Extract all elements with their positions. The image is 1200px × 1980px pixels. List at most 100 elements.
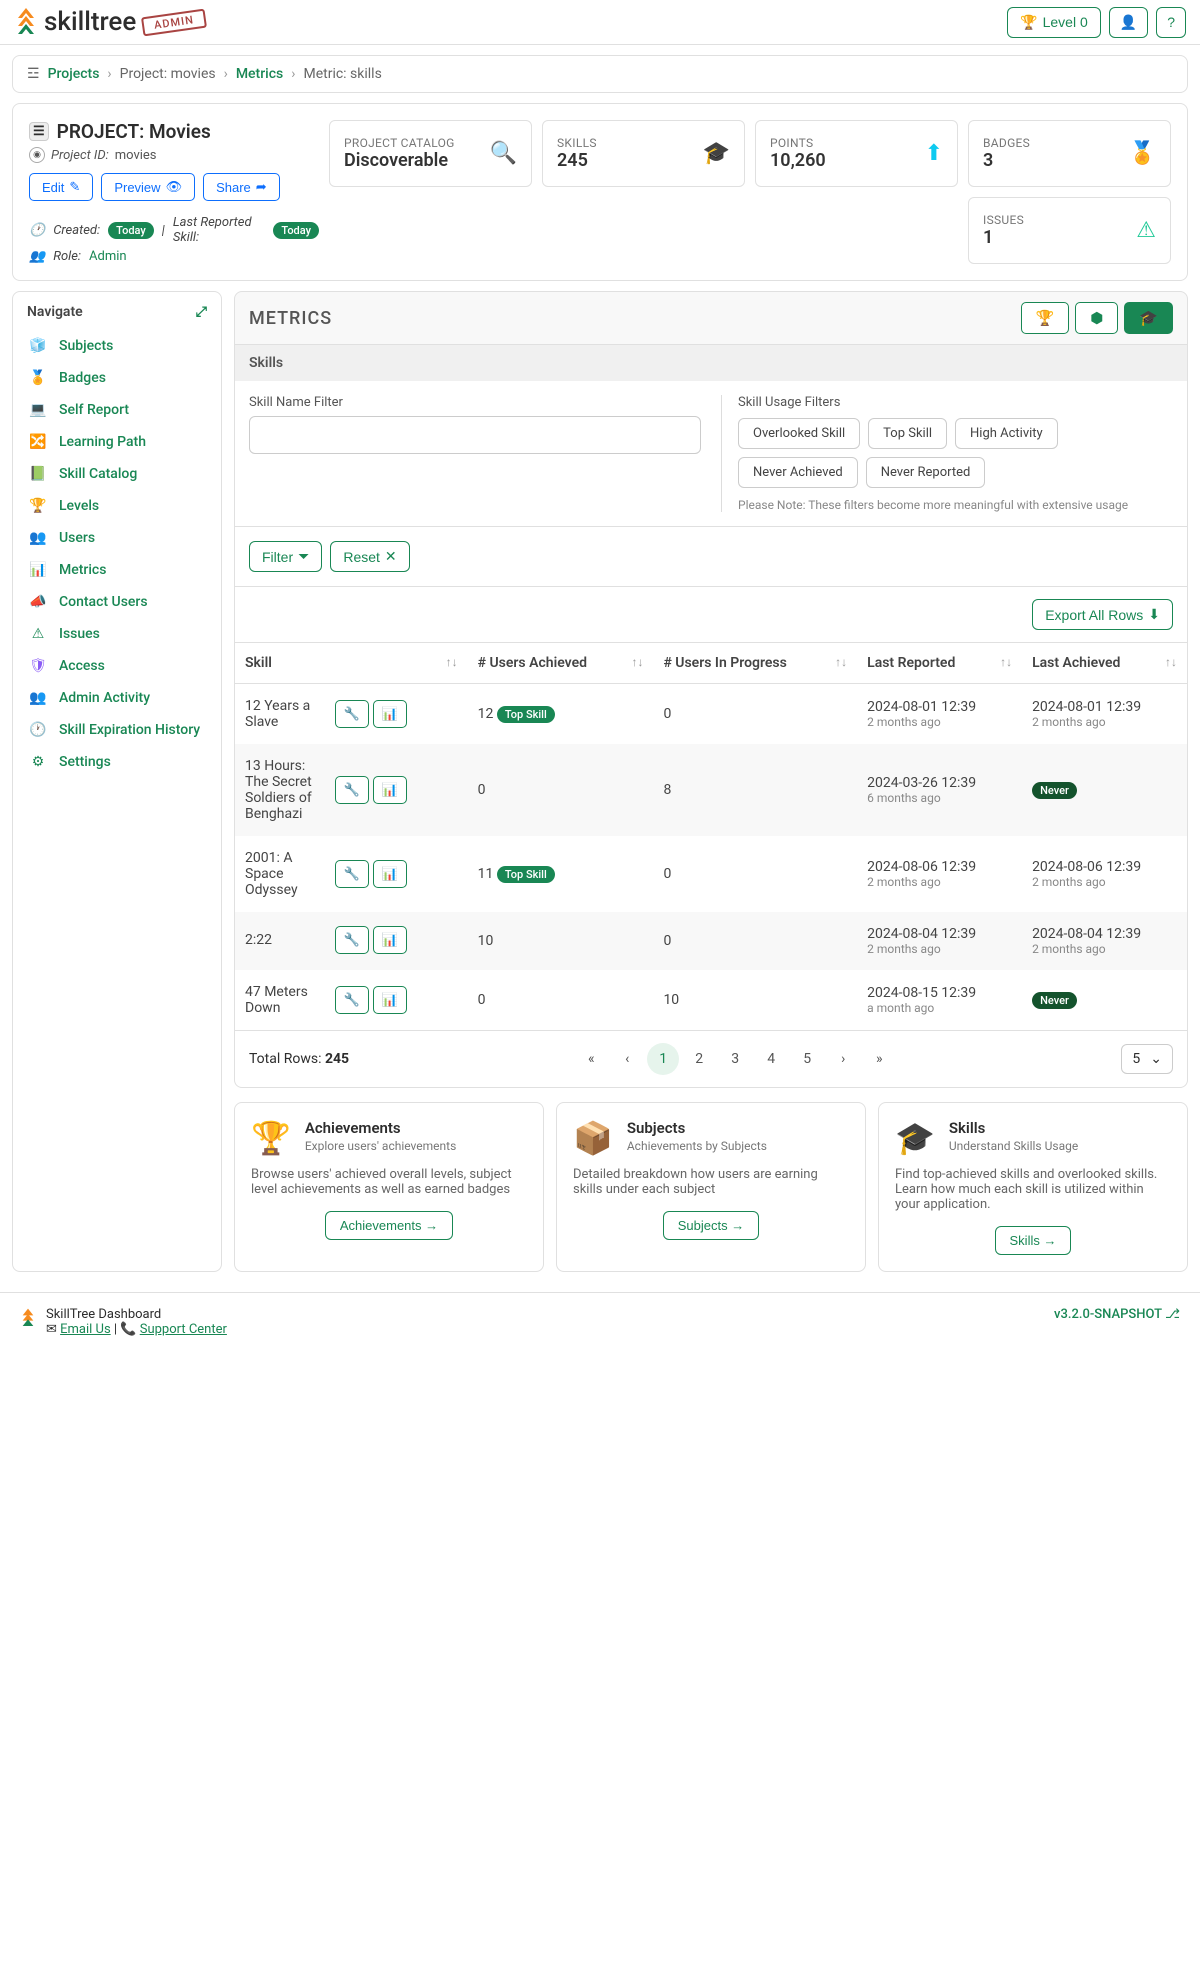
- card-subtitle: Explore users' achievements: [305, 1139, 456, 1153]
- sidebar-item-access[interactable]: 🛡 Access: [13, 650, 221, 682]
- last-reported: 2024-08-06 12:392 months ago: [857, 836, 1022, 912]
- card-body: Browse users' achieved overall levels, s…: [251, 1167, 527, 1197]
- sidebar-item-skill-catalog[interactable]: 📗Skill Catalog: [13, 458, 221, 490]
- sidebar-item-skill-expiration-history[interactable]: 🕐Skill Expiration History: [13, 714, 221, 746]
- sidebar-title: Navigate: [27, 304, 83, 320]
- sidebar-item-metrics[interactable]: 📊Metrics: [13, 554, 221, 586]
- nav-icon: 👥: [29, 530, 47, 546]
- stat-label: SKILLS: [557, 136, 597, 150]
- tab-skills[interactable]: 🎓: [1124, 302, 1173, 334]
- last-reported: 2024-03-26 12:396 months ago: [857, 744, 1022, 836]
- sidebar-item-issues[interactable]: ⚠Issues: [13, 618, 221, 650]
- nav-label: Levels: [59, 498, 99, 514]
- nav-icon: 🛡: [29, 658, 47, 674]
- filter-chip[interactable]: Never Reported: [866, 457, 986, 488]
- user-icon-button[interactable]: 👤: [1109, 7, 1148, 38]
- users-achieved: 12 Top Skill: [468, 684, 654, 745]
- page-next[interactable]: ›: [827, 1043, 859, 1075]
- breadcrumb-metrics[interactable]: Metrics: [236, 66, 283, 82]
- page-size-select[interactable]: 5⌄: [1121, 1044, 1173, 1074]
- col-last-achieved[interactable]: Last Achieved↑↓: [1022, 643, 1187, 684]
- info-card: 🎓SkillsUnderstand Skills UsageFind top-a…: [878, 1102, 1188, 1272]
- card-title: Skills: [949, 1119, 1078, 1137]
- card-body: Detailed breakdown how users are earning…: [573, 1167, 849, 1197]
- page-3[interactable]: 3: [719, 1043, 751, 1075]
- wrench-button[interactable]: 🔧: [335, 926, 369, 954]
- table-row: 13 Hours: The Secret Soldiers of Benghaz…: [235, 744, 1187, 836]
- users-achieved: 0: [468, 744, 654, 836]
- filter-button[interactable]: Filter ⏷: [249, 541, 322, 572]
- help-icon-button[interactable]: ?: [1156, 7, 1186, 38]
- level-button[interactable]: 🏆 Level 0: [1007, 7, 1101, 38]
- sidebar-item-settings[interactable]: ⚙Settings: [13, 746, 221, 778]
- col-achieved[interactable]: # Users Achieved↑↓: [468, 643, 654, 684]
- sidebar-item-learning-path[interactable]: 🔀Learning Path: [13, 426, 221, 458]
- chart-button[interactable]: 📊: [373, 986, 407, 1014]
- tab-achievements[interactable]: 🏆: [1021, 302, 1070, 334]
- created-badge: Today: [108, 222, 154, 239]
- nav-icon: 👥: [29, 690, 47, 706]
- preview-button[interactable]: Preview 👁: [101, 173, 195, 201]
- page-first[interactable]: «: [575, 1043, 607, 1075]
- logo-icon: [20, 1307, 36, 1329]
- tab-subjects[interactable]: ⬢: [1075, 302, 1118, 334]
- sidebar-item-subjects[interactable]: 🧊Subjects: [13, 330, 221, 362]
- support-link[interactable]: Support Center: [140, 1322, 227, 1337]
- filter-chip[interactable]: Never Achieved: [738, 457, 858, 488]
- share-button[interactable]: Share ➦: [203, 173, 280, 201]
- sidebar-item-levels[interactable]: 🏆Levels: [13, 490, 221, 522]
- section-title: Skills: [234, 345, 1188, 381]
- filter-chip[interactable]: High Activity: [955, 418, 1058, 449]
- page-1[interactable]: 1: [647, 1043, 679, 1075]
- chart-button[interactable]: 📊: [373, 776, 407, 804]
- nav-icon: ⚠: [29, 626, 47, 642]
- footer-title: SkillTree Dashboard: [46, 1307, 227, 1322]
- col-skill[interactable]: Skill↑↓: [235, 643, 468, 684]
- nav-label: Admin Activity: [59, 690, 150, 706]
- last-achieved: Never: [1022, 744, 1187, 836]
- created-label: Created:: [53, 223, 100, 238]
- skill-name-filter-input[interactable]: [249, 416, 701, 454]
- filter-chip[interactable]: Top Skill: [868, 418, 947, 449]
- wrench-button[interactable]: 🔧: [335, 986, 369, 1014]
- sidebar-item-contact-users[interactable]: 📣Contact Users: [13, 586, 221, 618]
- skill-name: 47 Meters Down: [245, 984, 325, 1016]
- reset-button[interactable]: Reset ✕: [330, 541, 409, 572]
- page-prev[interactable]: ‹: [611, 1043, 643, 1075]
- card-button[interactable]: Subjects →: [663, 1211, 759, 1240]
- page-5[interactable]: 5: [791, 1043, 823, 1075]
- nav-icon: 🧊: [29, 338, 47, 354]
- page-last[interactable]: »: [863, 1043, 895, 1075]
- page-2[interactable]: 2: [683, 1043, 715, 1075]
- card-button[interactable]: Achievements →: [325, 1211, 453, 1240]
- page-4[interactable]: 4: [755, 1043, 787, 1075]
- expand-icon[interactable]: ⤢: [196, 304, 207, 320]
- export-button[interactable]: Export All Rows ⬇: [1032, 599, 1173, 630]
- nav-icon: ⚙: [29, 754, 47, 770]
- card-button[interactable]: Skills →: [995, 1226, 1072, 1255]
- chart-button[interactable]: 📊: [373, 860, 407, 888]
- chart-button[interactable]: 📊: [373, 926, 407, 954]
- chart-button[interactable]: 📊: [373, 700, 407, 728]
- wrench-button[interactable]: 🔧: [335, 860, 369, 888]
- wrench-button[interactable]: 🔧: [335, 700, 369, 728]
- sidebar-item-badges[interactable]: 🏅Badges: [13, 362, 221, 394]
- col-reported[interactable]: Last Reported↑↓: [857, 643, 1022, 684]
- edit-button[interactable]: Edit ✎: [29, 173, 93, 201]
- sidebar-item-users[interactable]: 👥Users: [13, 522, 221, 554]
- admin-badge: ADMIN: [141, 8, 207, 36]
- project-title-text: PROJECT: Movies: [57, 120, 211, 143]
- stat-label: POINTS: [770, 136, 826, 150]
- sidebar-item-admin-activity[interactable]: 👥 Admin Activity: [13, 682, 221, 714]
- nav-icon: 🕐: [29, 722, 47, 738]
- nav-label: Access: [59, 658, 105, 674]
- wrench-button[interactable]: 🔧: [335, 776, 369, 804]
- breadcrumb-projects[interactable]: Projects: [48, 66, 100, 82]
- col-progress[interactable]: # Users In Progress↑↓: [653, 643, 857, 684]
- sidebar-item-self-report[interactable]: 💻Self Report: [13, 394, 221, 426]
- stat-label: PROJECT CATALOG: [344, 136, 455, 150]
- card-icon: 🎓: [895, 1119, 935, 1157]
- email-link[interactable]: Email Us: [60, 1322, 111, 1337]
- filter-chip[interactable]: Overlooked Skill: [738, 418, 860, 449]
- chevron-right-icon: ›: [107, 66, 111, 82]
